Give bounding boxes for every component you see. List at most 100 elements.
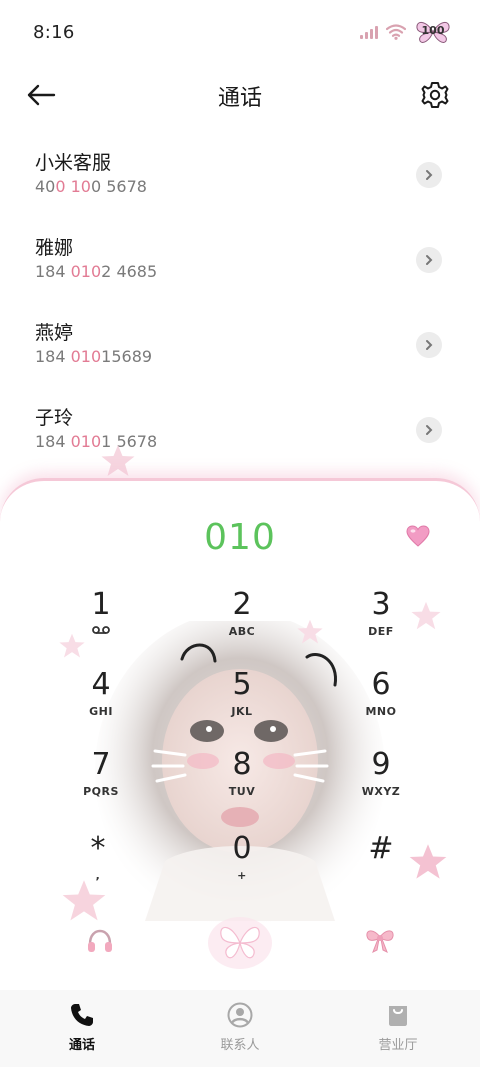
battery-level: 100 [421, 24, 445, 37]
battery-butterfly-icon: 100 [414, 20, 452, 44]
key-letters: MNO [365, 705, 397, 718]
contact-detail-button[interactable] [416, 247, 442, 273]
contact-row[interactable]: 雅娜 184 0102 4685 [0, 227, 480, 312]
dialpad-panel: 010 1 2 ABC 3 DEF 4 GHI 5 JKL 6 MNO 7 PQ… [0, 478, 480, 990]
contact-name: 子玲 [35, 407, 74, 429]
number-match-highlight: 010 [70, 432, 102, 451]
headphones-icon [88, 929, 112, 952]
bottom-navigation: 通话 联系人 营业厅 [0, 990, 480, 1067]
key-letters: + [237, 869, 247, 882]
key-letters: GHI [89, 705, 113, 718]
contact-detail-button[interactable] [416, 332, 442, 358]
number-part: 184 [35, 262, 71, 281]
key-1[interactable]: 1 [51, 587, 151, 657]
star-decoration-icon [297, 619, 323, 644]
signal-icon [360, 25, 378, 39]
butterfly-call-icon [208, 917, 272, 969]
nav-tab-calls[interactable]: 通话 [32, 1002, 132, 1053]
number-match-highlight: 010 [70, 262, 102, 281]
app-header: 通话 [0, 70, 480, 120]
number-part: 2 4685 [101, 262, 158, 281]
settings-button[interactable] [420, 80, 450, 110]
key-8[interactable]: 8 TUV [192, 747, 292, 817]
key-digit: 9 [371, 747, 391, 782]
number-part: 15689 [101, 347, 153, 366]
key-0[interactable]: 0 + [192, 831, 292, 901]
status-time: 8:16 [33, 22, 75, 43]
key-digit: 8 [232, 747, 252, 782]
key-6[interactable]: 6 MNO [331, 667, 431, 737]
contact-name: 小米客服 [35, 152, 112, 174]
key-4[interactable]: 4 GHI [51, 667, 151, 737]
contact-number: 400 100 5678 [35, 176, 480, 198]
key-5[interactable]: 5 JKL [192, 667, 292, 737]
key-letters: PQRS [83, 785, 119, 798]
phone-app-screen: 8:16 100 通话 小米客服 400 100 5678 雅娜 184 010… [0, 0, 480, 1067]
chevron-right-icon [426, 340, 433, 350]
contact-detail-button[interactable] [416, 417, 442, 443]
key-digit: * [90, 831, 106, 866]
key-3[interactable]: 3 DEF [331, 587, 431, 657]
contact-name: 雅娜 [35, 237, 74, 259]
headphones-button[interactable] [86, 927, 114, 955]
contact-number: 184 0102 4685 [35, 261, 480, 283]
contact-row[interactable]: 小米客服 400 100 5678 [0, 142, 480, 227]
key-digit: 5 [232, 667, 252, 702]
call-button[interactable] [205, 911, 275, 973]
key-letters: , [95, 869, 101, 882]
key-2[interactable]: 2 ABC [192, 587, 292, 657]
key-digit: # [368, 831, 394, 866]
contact-name: 燕婷 [35, 322, 74, 344]
key-hash[interactable]: # [331, 831, 431, 901]
key-digit: 0 [232, 831, 252, 866]
key-digit: 4 [91, 667, 111, 702]
chevron-right-icon [426, 170, 433, 180]
contacts-icon [227, 1002, 253, 1028]
page-title: 通话 [217, 86, 262, 111]
contact-detail-button[interactable] [416, 162, 442, 188]
number-part: 184 [35, 432, 71, 451]
key-7[interactable]: 7 PQRS [51, 747, 151, 817]
contact-suggestion-list: 小米客服 400 100 5678 雅娜 184 0102 4685 燕婷 18… [0, 142, 480, 482]
key-digit: 2 [232, 587, 252, 622]
number-part: 184 [35, 347, 71, 366]
key-letters: TUV [228, 785, 256, 798]
nav-label: 联系人 [220, 1038, 260, 1053]
number-match-highlight: 010 [70, 347, 102, 366]
chevron-right-icon [426, 255, 433, 265]
status-icons: 100 [360, 20, 452, 44]
back-arrow-icon [27, 84, 56, 106]
contact-number: 184 01015689 [35, 346, 480, 368]
nav-tab-service-hall[interactable]: 营业厅 [348, 1002, 448, 1053]
number-part: 40 [35, 177, 56, 196]
voicemail-icon [92, 626, 110, 634]
status-bar: 8:16 100 [0, 0, 480, 64]
key-star[interactable]: * , [48, 831, 148, 901]
key-digit: 7 [91, 747, 111, 782]
nav-label: 营业厅 [378, 1038, 418, 1053]
number-part: 0 5678 [90, 177, 147, 196]
key-letters: DEF [368, 625, 394, 638]
heart-icon [406, 525, 430, 547]
number-match-highlight: 0 10 [55, 177, 91, 196]
contact-row[interactable]: 燕婷 184 01015689 [0, 312, 480, 397]
back-button[interactable] [24, 80, 58, 110]
wifi-icon [386, 24, 406, 40]
nav-label: 通话 [68, 1038, 95, 1053]
key-digit: 1 [91, 587, 111, 622]
chevron-right-icon [426, 425, 433, 435]
key-digit: 3 [371, 587, 391, 622]
phone-icon [71, 1004, 93, 1026]
nav-tab-contacts[interactable]: 联系人 [190, 1002, 290, 1053]
shop-bag-icon [389, 1006, 407, 1026]
key-letters: ABC [228, 625, 256, 638]
key-9[interactable]: 9 WXYZ [331, 747, 431, 817]
key-letters: JKL [231, 705, 253, 718]
contact-row[interactable]: 子玲 184 0101 5678 [0, 397, 480, 482]
key-digit: 6 [371, 667, 391, 702]
bow-button[interactable] [364, 925, 396, 955]
gear-icon [421, 82, 449, 108]
star-decoration-icon [101, 445, 135, 476]
bow-icon [366, 930, 394, 954]
key-letters: WXYZ [361, 785, 401, 798]
